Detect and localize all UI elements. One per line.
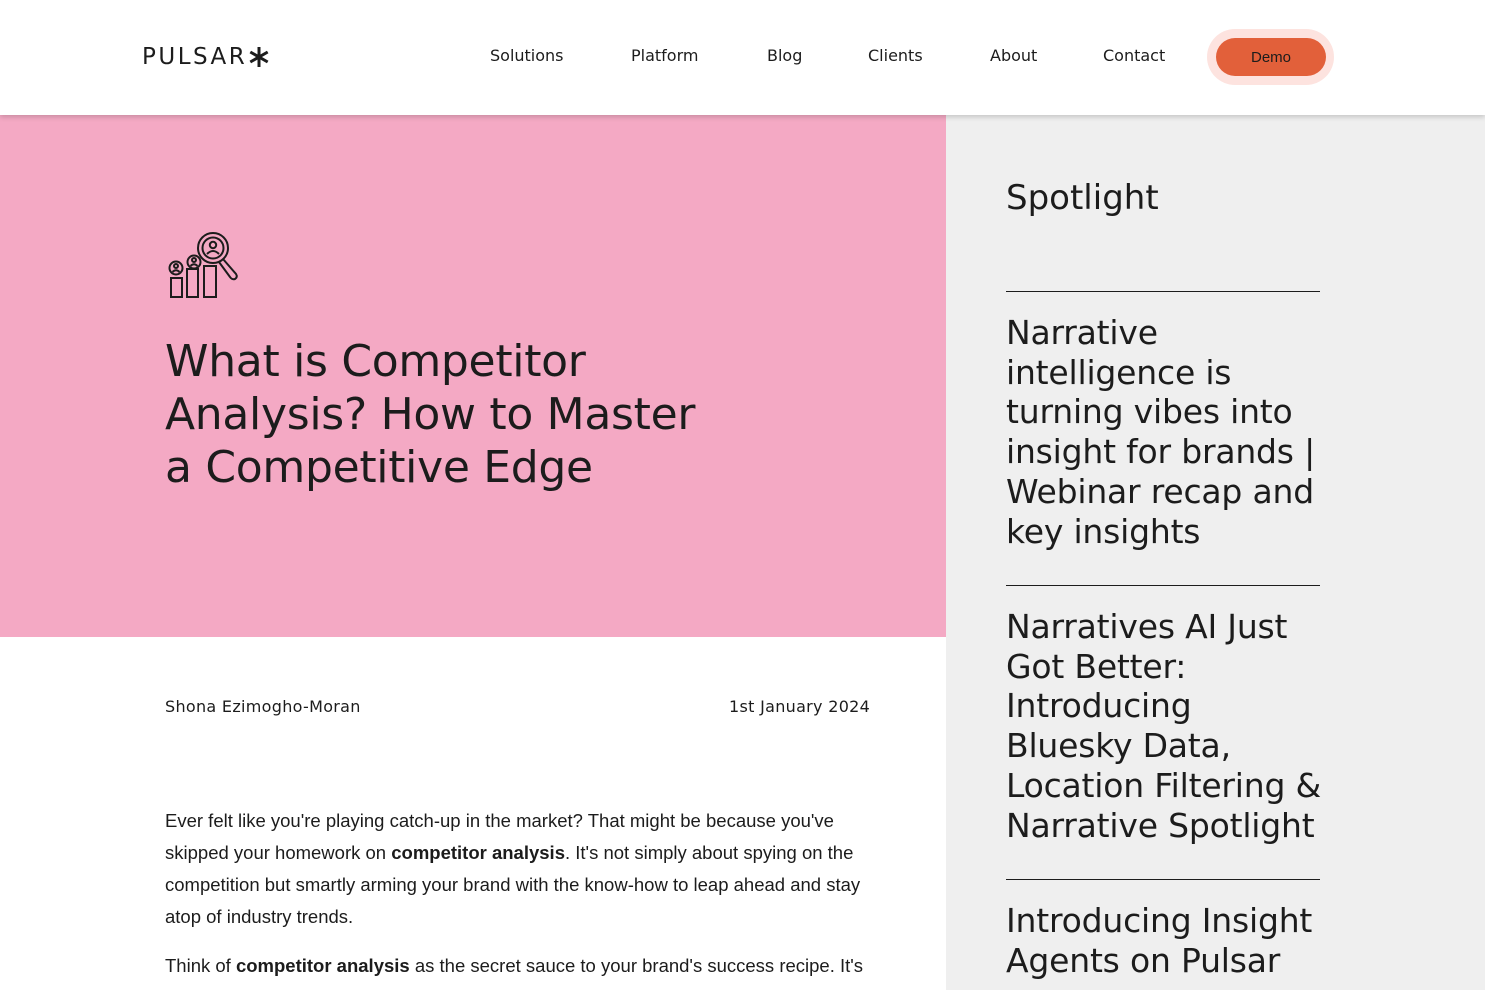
keyword-highlight: competitor analysis xyxy=(391,842,565,863)
divider xyxy=(1006,879,1320,880)
article-paragraph: Ever felt like you're playing catch-up i… xyxy=(165,805,877,933)
pulsar-logo[interactable]: PULSAR xyxy=(142,44,269,70)
article-hero: What is Competitor Analysis? How to Mast… xyxy=(0,115,946,637)
nav-about[interactable]: About xyxy=(990,46,1037,65)
spotlight-post-link[interactable]: Narratives AI Just Got Better: Introduci… xyxy=(1006,607,1326,845)
divider xyxy=(1006,291,1320,292)
demo-button[interactable]: Demo xyxy=(1216,38,1326,76)
nav-platform[interactable]: Platform xyxy=(631,46,698,65)
divider xyxy=(1006,585,1320,586)
article-title: What is Competitor Analysis? How to Mast… xyxy=(165,336,696,493)
article-author: Shona Ezimogho-Moran xyxy=(165,697,361,716)
nav-blog[interactable]: Blog xyxy=(767,46,802,65)
sidebar-heading: Spotlight xyxy=(1006,178,1159,218)
keyword-highlight: competitor analysis xyxy=(235,955,410,976)
paragraph-text: as the secret sauce to your brand's succ… xyxy=(409,955,864,976)
spotlight-sidebar: Spotlight Narrative intelligence is turn… xyxy=(946,115,1485,990)
nav-solutions[interactable]: Solutions xyxy=(490,46,564,65)
paragraph-text: Think of xyxy=(165,955,236,976)
asterisk-logo-icon xyxy=(249,47,269,67)
article-body: Ever felt like you're playing catch-up i… xyxy=(165,805,877,990)
article-paragraph: Think of competitor analysis as the secr… xyxy=(165,950,877,982)
spotlight-post-link[interactable]: Narrative intelligence is turning vibes … xyxy=(1006,313,1326,551)
nav-clients[interactable]: Clients xyxy=(868,46,923,65)
demo-button-halo: Demo xyxy=(1207,29,1334,85)
competitor-analysis-icon xyxy=(168,232,238,298)
nav-contact[interactable]: Contact xyxy=(1103,46,1165,65)
spotlight-post-link[interactable]: Introducing Insight Agents on Pulsar xyxy=(1006,901,1326,980)
site-header: PULSAR Solutions Platform Blog Clients A… xyxy=(0,0,1485,115)
logo-text: PULSAR xyxy=(142,44,248,70)
article-date: 1st January 2024 xyxy=(729,697,871,716)
